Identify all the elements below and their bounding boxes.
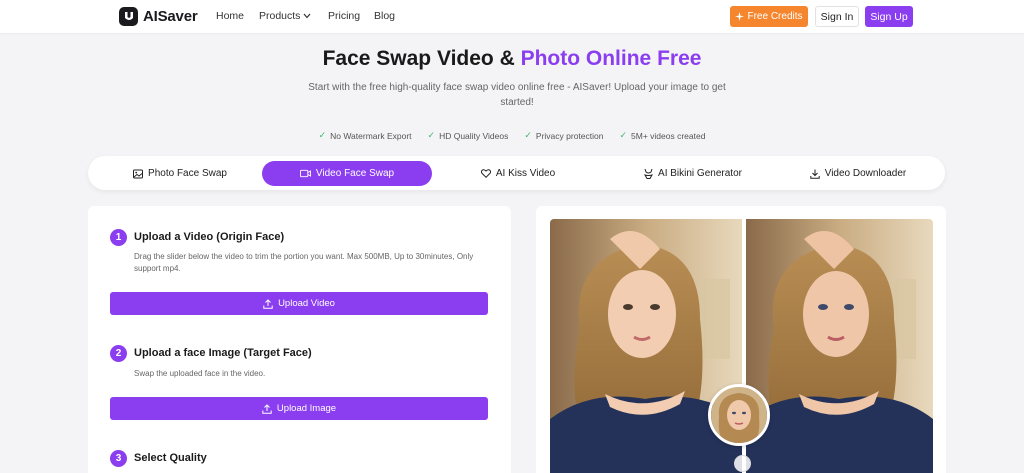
original-photo <box>550 219 743 473</box>
step-number: 1 <box>110 229 127 246</box>
feature-label: No Watermark Export <box>330 130 412 141</box>
tab-video-downloader[interactable]: Video Downloader <box>793 161 923 186</box>
tab-photo-face-swap[interactable]: Photo Face Swap <box>110 161 250 186</box>
logo-icon <box>119 7 138 26</box>
tab-label: Video Downloader <box>824 168 907 179</box>
download-icon <box>810 169 820 179</box>
nav-blog-link[interactable]: Blog <box>374 10 395 22</box>
compare-slider-handle[interactable] <box>734 455 751 472</box>
feature-item: ✓ 5M+ videos created <box>619 130 705 141</box>
tab-label: AI Bikini Generator <box>658 168 742 179</box>
sparkle-icon <box>735 12 745 21</box>
brand-name: AISaver <box>143 8 198 25</box>
feature-item: ✓ HD Quality Videos <box>428 130 509 141</box>
target-face-thumbnail <box>708 384 770 446</box>
upload-video-button[interactable]: Upload Video <box>110 292 488 315</box>
step-description: Swap the uploaded face in the video. <box>134 369 266 378</box>
check-icon: ✓ <box>619 130 628 140</box>
tab-label: AI Kiss Video <box>495 168 556 179</box>
brand-logo[interactable]: AISaver <box>119 7 198 26</box>
check-icon: ✓ <box>318 130 327 140</box>
video-icon <box>299 169 311 178</box>
image-icon <box>133 169 144 178</box>
upload-image-label: Upload Image <box>276 403 337 414</box>
tab-ai-bikini-generator[interactable]: AI Bikini Generator <box>618 161 768 186</box>
step-title: Select Quality <box>134 452 207 464</box>
upload-image-button[interactable]: Upload Image <box>110 397 488 420</box>
tab-ai-kiss-video[interactable]: AI Kiss Video <box>448 161 588 186</box>
feature-label: Privacy protection <box>535 130 604 141</box>
heart-icon <box>480 169 491 178</box>
page-subtitle: Start with the free high-quality face sw… <box>308 82 726 108</box>
sign-up-button[interactable]: Sign Up <box>865 6 913 27</box>
upload-video-label: Upload Video <box>278 298 335 309</box>
tab-label: Video Face Swap <box>315 168 395 179</box>
free-credits-button[interactable]: Free Credits <box>730 6 808 27</box>
feature-label: HD Quality Videos <box>439 130 509 141</box>
page-title: Face Swap Video & Photo Online Free <box>0 47 1024 71</box>
tab-label: Photo Face Swap <box>148 168 227 179</box>
chevron-down-icon <box>303 13 311 19</box>
free-credits-label: Free Credits <box>747 11 803 22</box>
check-icon: ✓ <box>427 130 436 140</box>
upload-panel: 1 Upload a Video (Origin Face) Drag the … <box>88 206 511 473</box>
upload-icon <box>263 298 273 309</box>
step-number: 3 <box>110 450 127 467</box>
sign-in-button[interactable]: Sign In <box>815 6 859 27</box>
check-icon: ✓ <box>524 130 532 140</box>
step-number: 2 <box>110 345 127 362</box>
nav-pricing-link[interactable]: Pricing <box>328 10 360 22</box>
nav-products-label: Products <box>259 10 301 22</box>
feature-item: ✓ No Watermark Export <box>319 130 412 141</box>
title-accent: Photo Online Free <box>520 47 702 70</box>
top-nav: AISaver Home Products Pricing Blog Free … <box>0 0 1024 34</box>
feature-list: ✓ No Watermark Export ✓ HD Quality Videos … <box>0 130 1024 141</box>
tab-video-face-swap[interactable]: Video Face Swap <box>262 161 432 186</box>
swapped-photo <box>746 219 933 473</box>
step-title: Upload a Video (Origin Face) <box>134 231 285 243</box>
feature-item: ✓ Privacy protection <box>524 130 603 141</box>
step-title: Upload a face Image (Target Face) <box>134 347 312 359</box>
tool-tabs: Photo Face Swap Video Face Swap AI Kiss … <box>88 156 945 190</box>
upload-icon <box>262 403 272 414</box>
nav-products-menu[interactable]: Products <box>259 10 311 22</box>
title-main: Face Swap Video & <box>322 47 521 70</box>
step-description: Drag the slider below the video to trim … <box>134 252 474 273</box>
bikini-icon <box>644 168 654 179</box>
nav-home-link[interactable]: Home <box>216 10 244 22</box>
feature-label: 5M+ videos created <box>631 130 706 141</box>
